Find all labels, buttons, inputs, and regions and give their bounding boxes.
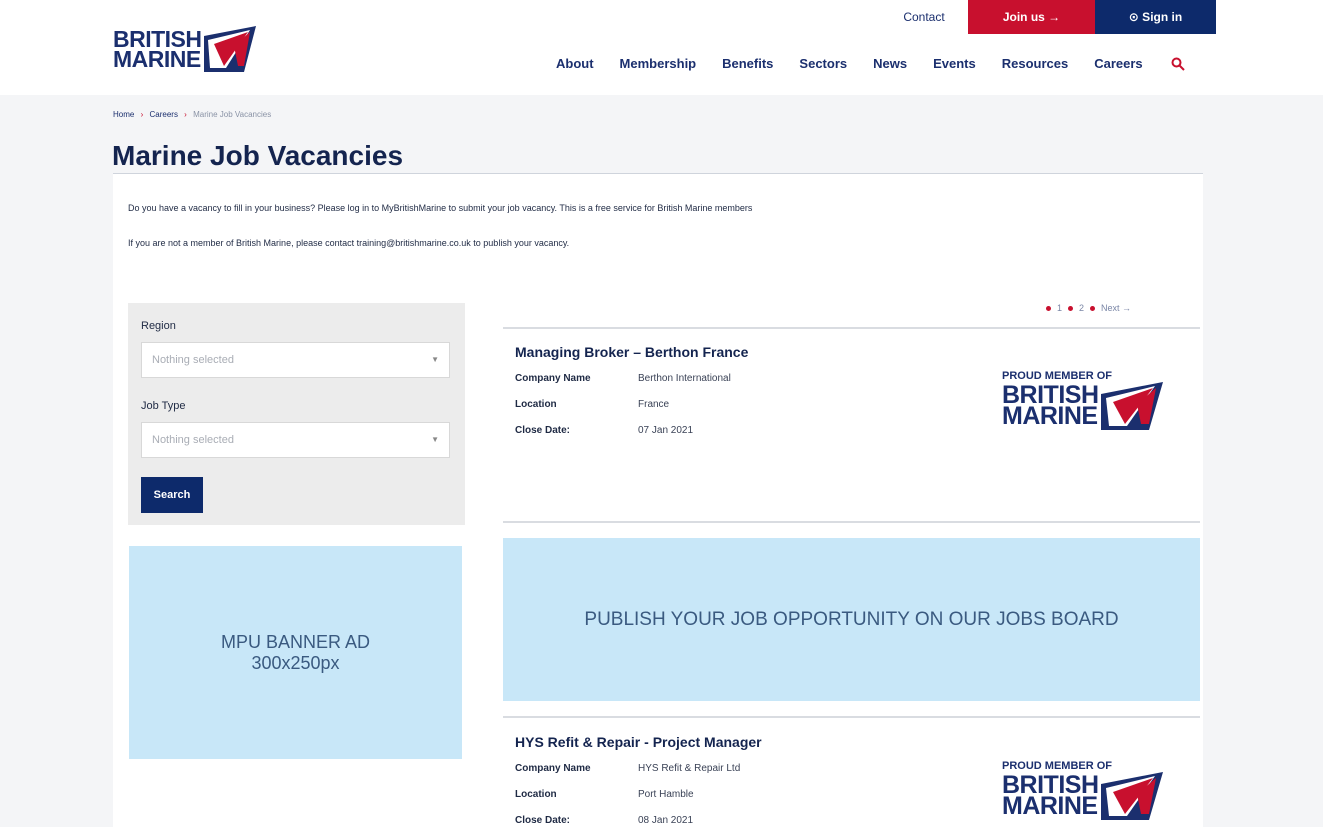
breadcrumb-careers[interactable]: Careers	[149, 110, 177, 119]
close-date-label: Close Date:	[515, 425, 571, 436]
chevron-down-icon: ▼	[431, 435, 439, 444]
nav-resources[interactable]: Resources	[1002, 56, 1068, 71]
mpu-ad-line-2: 300x250px	[251, 652, 340, 673]
member-badge-text: BRITISH MARINE	[1002, 383, 1099, 430]
region-label: Region	[141, 320, 176, 332]
nav-benefits[interactable]: Benefits	[722, 56, 773, 71]
page-link-2[interactable]: 2	[1079, 303, 1084, 313]
proud-member-badge: PROUD MEMBER OF BRITISH MARINE	[1002, 370, 1177, 440]
job-divider	[503, 327, 1200, 329]
contact-link[interactable]: Contact	[880, 0, 968, 34]
member-badge-logo: BRITISH MARINE	[1002, 772, 1177, 820]
sign-in-button[interactable]: ⊙ Sign in	[1095, 0, 1216, 34]
company-name-label: Company Name	[515, 373, 591, 384]
close-date-value: 08 Jan 2021	[638, 815, 694, 826]
jobs-board-banner[interactable]: PUBLISH YOUR JOB OPPORTUNITY ON OUR JOBS…	[503, 538, 1200, 701]
region-select-value: Nothing selected	[152, 354, 234, 366]
nav-membership[interactable]: Membership	[620, 56, 697, 71]
union-flag-icon	[1100, 382, 1163, 430]
region-select[interactable]: Nothing selected ▼	[141, 342, 450, 378]
pagination-dot-icon	[1046, 305, 1051, 311]
site-header: BRITISH MARINE Contact Join us → ⊙ Sign …	[0, 0, 1323, 95]
breadcrumb-separator-icon: ›	[184, 110, 187, 119]
main-nav: About Membership Benefits Sectors News E…	[556, 56, 1185, 71]
job-type-select[interactable]: Nothing selected ▼	[141, 422, 450, 458]
breadcrumb-current: Marine Job Vacancies	[193, 110, 272, 119]
union-flag-icon	[203, 26, 256, 72]
job-title[interactable]: HYS Refit & Repair - Project Manager	[515, 734, 762, 750]
mpu-ad-line-1: MPU BANNER AD	[220, 631, 371, 652]
member-badge-line-2: MARINE	[1002, 792, 1098, 820]
job-title[interactable]: Managing Broker – Berthon France	[515, 344, 748, 360]
pagination: 1 2 Next →	[1046, 303, 1131, 313]
logo-text: BRITISH MARINE	[113, 28, 202, 72]
search-icon[interactable]	[1171, 57, 1185, 71]
breadcrumb-home[interactable]: Home	[113, 110, 134, 119]
nav-news[interactable]: News	[873, 56, 907, 71]
location-value: France	[638, 399, 670, 410]
location-value: Port Hamble	[638, 789, 694, 800]
close-date-value: 07 Jan 2021	[638, 425, 694, 436]
nav-about[interactable]: About	[556, 56, 594, 71]
member-badge-text: BRITISH MARINE	[1002, 773, 1099, 820]
intro-text-members: Do you have a vacancy to fill in your bu…	[128, 203, 753, 213]
join-us-button[interactable]: Join us →	[968, 0, 1095, 34]
location-label: Location	[515, 789, 557, 800]
intro-text-non-members: If you are not a member of British Marin…	[128, 238, 570, 248]
chevron-down-icon: ▼	[431, 355, 439, 364]
location-label: Location	[515, 399, 557, 410]
breadcrumb: Home › Careers › Marine Job Vacancies	[113, 110, 271, 119]
union-flag-icon	[1100, 772, 1163, 820]
company-name-value: Berthon International	[638, 373, 731, 384]
company-name-value: HYS Refit & Repair Ltd	[638, 763, 741, 774]
breadcrumb-separator-icon: ›	[140, 110, 144, 119]
pagination-dot-icon	[1090, 305, 1096, 311]
british-marine-logo[interactable]: BRITISH MARINE	[113, 24, 265, 74]
search-button[interactable]: Search	[141, 477, 203, 513]
member-badge-logo: BRITISH MARINE	[1002, 382, 1177, 430]
proud-member-badge: PROUD MEMBER OF BRITISH MARINE	[1002, 760, 1177, 827]
nav-careers[interactable]: Careers	[1094, 56, 1142, 71]
pagination-dot-icon	[1068, 305, 1074, 311]
next-page-link[interactable]: Next →	[1101, 303, 1131, 313]
member-badge-line-2: MARINE	[1002, 402, 1098, 430]
top-links: Contact Join us → ⊙ Sign in	[880, 0, 1216, 34]
nav-events[interactable]: Events	[933, 56, 976, 71]
page-link-1[interactable]: 1	[1057, 303, 1062, 313]
close-date-label: Close Date:	[515, 815, 571, 826]
nav-sectors[interactable]: Sectors	[799, 56, 847, 71]
filter-panel: Region Nothing selected ▼ Job Type Nothi…	[128, 303, 465, 525]
job-type-select-value: Nothing selected	[152, 434, 234, 446]
job-type-label: Job Type	[141, 400, 186, 412]
page-title: Marine Job Vacancies	[112, 140, 404, 171]
job-divider	[503, 521, 1200, 523]
mpu-banner-ad[interactable]: MPU BANNER AD 300x250px	[129, 546, 462, 759]
logo-line-2: MARINE	[113, 46, 201, 72]
company-name-label: Company Name	[515, 763, 591, 774]
job-divider	[503, 716, 1200, 718]
